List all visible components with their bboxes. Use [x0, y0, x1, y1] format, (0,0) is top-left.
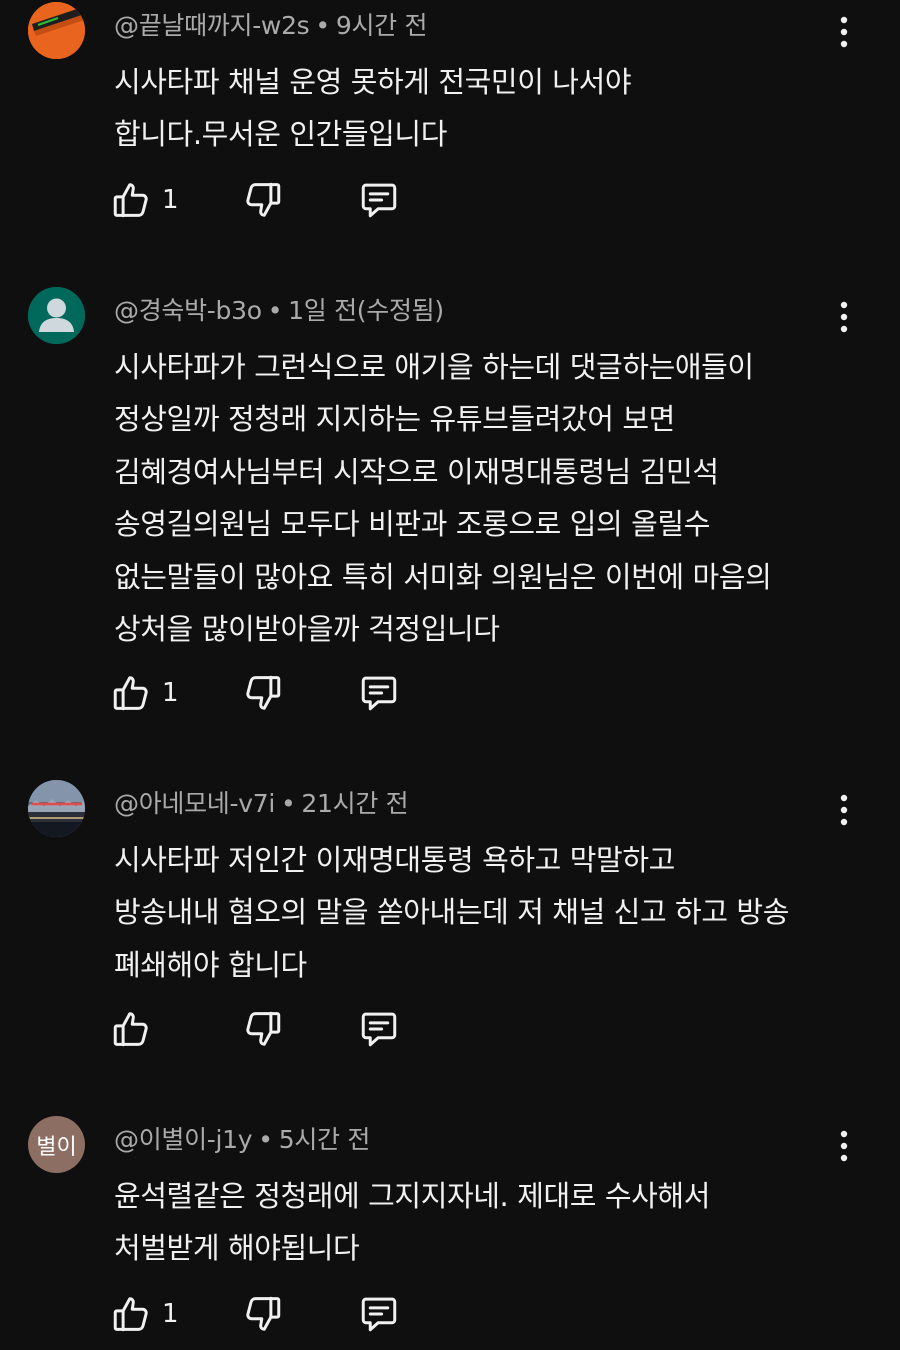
comment-meta: @끝날때까지-w2s • 9시간 전 [114, 6, 428, 42]
comment-line: 폐쇄해야 합니다 [114, 947, 307, 982]
avatar[interactable] [28, 2, 85, 59]
comment-line: 합니다.무서운 인간들입니다 [114, 117, 447, 152]
comment-line: 시사타파가 그런식으로 애기을 하는데 댓글하는애들이 [114, 350, 754, 384]
like-button[interactable]: 1 [110, 1291, 179, 1337]
comment-author[interactable]: @끝날때까지-w2s [114, 11, 310, 40]
meta-separator: • [280, 789, 296, 818]
like-button[interactable] [110, 1006, 162, 1052]
like-count: 1 [162, 678, 179, 708]
comment-meta: @이별이-j1y • 5시간 전 [114, 1120, 370, 1156]
comment-line: 정상일까 정청래 지지하는 유튜브들려갔어 보면 [114, 402, 675, 437]
comment-text: 윤석렬같은 정청래에 그지지자네. 제대로 수사해서 처벌받게 해야됩니다 [114, 1170, 854, 1275]
thumb-up-icon [110, 179, 152, 221]
avatar[interactable] [28, 780, 85, 837]
like-count: 1 [162, 185, 179, 215]
like-button[interactable]: 1 [110, 670, 179, 716]
comment-line: 윤석렬같은 정청래에 그지지자네. 제대로 수사해서 [114, 1179, 710, 1213]
thumb-down-icon [242, 179, 284, 221]
more-options-button[interactable] [830, 792, 858, 828]
reply-comment-icon [358, 672, 400, 714]
reply-button[interactable] [358, 1291, 400, 1337]
thumb-up-icon [110, 672, 152, 714]
dislike-button[interactable] [242, 177, 284, 223]
comment-line: 상처을 많이받아을까 걱정입니다 [114, 612, 500, 647]
comment-meta: @아네모네-v7i • 21시간 전 [114, 784, 409, 820]
user-avatar-image [28, 2, 85, 59]
more-options-button[interactable] [830, 14, 858, 50]
thumb-down-icon [242, 1008, 284, 1050]
avatar[interactable]: 별이 [28, 1116, 85, 1173]
more-options-button[interactable] [830, 299, 858, 335]
comment-actions: 1 [110, 177, 430, 223]
comment-time[interactable]: 9시간 전 [336, 11, 428, 40]
comment-line: 처벌받게 해야됩니다 [114, 1231, 360, 1266]
thumb-down-icon [242, 1293, 284, 1335]
comment-time[interactable]: 21시간 전 [301, 789, 408, 818]
user-avatar-image [28, 780, 85, 837]
dislike-button[interactable] [242, 1006, 284, 1052]
more-vertical-icon [839, 16, 849, 48]
comment-text: 시사타파 저인간 이재명대통령 욕하고 막말하고 방송내내 혐오의 말을 쏟아내… [114, 834, 854, 991]
more-vertical-icon [839, 1130, 849, 1162]
more-vertical-icon [839, 794, 849, 826]
comment-time[interactable]: 5시간 전 [279, 1125, 371, 1154]
thumb-down-icon [242, 672, 284, 714]
comment-line: 방송내내 혐오의 말을 쏟아내는데 저 채널 신고 하고 방송 [114, 895, 789, 930]
comment-line: 없는말들이 많아요 특히 서미화 의원님은 이번에 마음의 [114, 559, 772, 594]
avatar[interactable] [28, 287, 85, 344]
more-options-button[interactable] [830, 1128, 858, 1164]
dislike-button[interactable] [242, 1291, 284, 1337]
like-button[interactable]: 1 [110, 177, 179, 223]
comment-author[interactable]: @이별이-j1y [114, 1125, 253, 1154]
meta-separator: • [315, 11, 330, 40]
reply-button[interactable] [358, 177, 400, 223]
comment-actions [110, 1006, 430, 1052]
meta-separator: • [267, 296, 283, 325]
thumb-up-icon [110, 1293, 152, 1335]
comment-meta: @경숙박-b3o • 1일 전(수정됨) [114, 291, 444, 327]
reply-comment-icon [358, 1008, 400, 1050]
reply-comment-icon [358, 1293, 400, 1335]
meta-separator: • [258, 1125, 273, 1154]
thumb-up-icon [110, 1008, 152, 1050]
comment-time[interactable]: 1일 전(수정됨) [288, 296, 444, 325]
avatar-initials: 별이 [36, 1134, 77, 1160]
reply-button[interactable] [358, 670, 400, 716]
more-vertical-icon [839, 301, 849, 333]
comment-text: 시사타파가 그런식으로 애기을 하는데 댓글하는애들이 정상일까 정청래 지지하… [114, 341, 854, 655]
comment-author[interactable]: @아네모네-v7i [114, 789, 275, 818]
comment-actions: 1 [110, 1291, 430, 1337]
comment-text: 시사타파 채널 운영 못하게 전국민이 나서야 합니다.무서운 인간들입니다 [114, 56, 854, 161]
comment-line: 송영길의원님 모두다 비판과 조롱으로 입의 올릴수 [114, 507, 710, 542]
dislike-button[interactable] [242, 670, 284, 716]
reply-comment-icon [358, 179, 400, 221]
comment-actions: 1 [110, 670, 430, 716]
comment-line: 시사타파 저인간 이재명대통령 욕하고 막말하고 [114, 843, 675, 877]
like-count: 1 [162, 1299, 179, 1329]
comment-line: 김혜경여사님부터 시작으로 이재명대통령님 김민석 [114, 454, 719, 489]
comment-line: 시사타파 채널 운영 못하게 전국민이 나서야 [114, 65, 632, 99]
comment-author[interactable]: @경숙박-b3o [114, 296, 262, 325]
default-avatar-icon [28, 287, 85, 344]
reply-button[interactable] [358, 1006, 400, 1052]
